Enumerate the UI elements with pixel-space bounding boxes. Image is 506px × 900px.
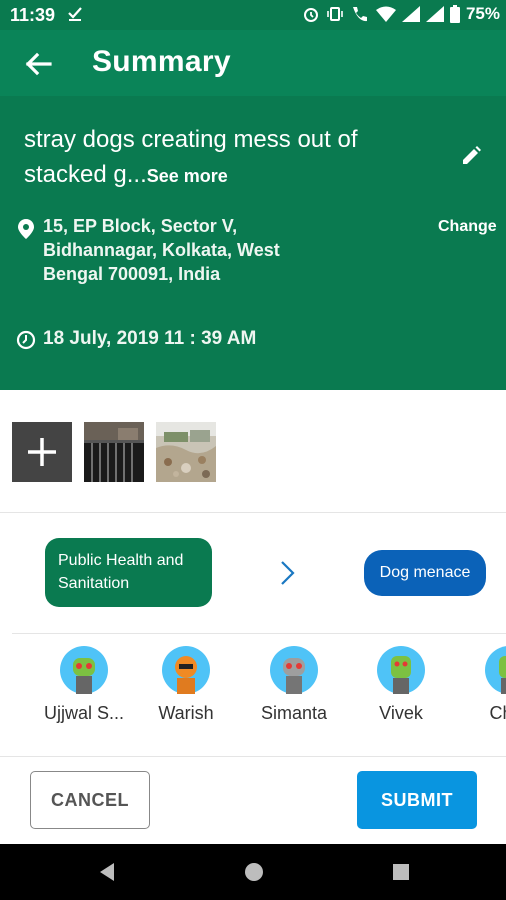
assignee-name: Char (489, 703, 506, 723)
download-icon (68, 7, 82, 21)
section-divider (12, 633, 506, 634)
assignee-item[interactable]: Ujjwal S... (29, 646, 139, 724)
photo-thumbnail[interactable] (84, 422, 144, 482)
battery-percent: 75% (465, 4, 500, 23)
back-arrow-icon[interactable] (22, 48, 54, 80)
assignee-name: Simanta (260, 703, 328, 723)
alarm-icon (303, 8, 318, 22)
issue-description: stray dogs creating mess out of stacked … (24, 122, 424, 194)
assignee-item[interactable]: Simanta (239, 646, 349, 724)
clock-icon (16, 330, 36, 350)
assignee-item[interactable]: Vivek (346, 646, 456, 724)
photo-strip (12, 422, 216, 482)
add-photo-button[interactable] (12, 422, 72, 482)
section-divider (0, 512, 506, 513)
see-more-link[interactable]: See more (147, 166, 228, 186)
edit-icon[interactable] (459, 144, 483, 168)
section-divider (0, 756, 506, 757)
robot-avatar-icon (270, 646, 318, 694)
assignee-item[interactable]: Char (454, 646, 506, 724)
chevron-right-icon (281, 561, 295, 585)
assignee-list: Ujjwal S... Warish Simanta Vivek C (0, 646, 506, 726)
app-bar: Summary (0, 30, 506, 96)
status-bar: 11:39 75% (0, 0, 506, 30)
assignee-name: Vivek (379, 703, 423, 723)
address-text: 15, EP Block, Sector V, Bidhannagar, Kol… (43, 216, 280, 284)
robot-avatar-icon (485, 646, 506, 694)
plus-icon (28, 438, 56, 466)
signal-icon-2 (425, 6, 444, 22)
robot-avatar-icon (162, 646, 210, 694)
battery-icon (449, 5, 460, 23)
photo-thumbnail[interactable] (156, 422, 216, 482)
status-time: 11:39 (10, 5, 56, 25)
summary-card: stray dogs creating mess out of stacked … (0, 96, 506, 390)
subcategory-chip-dog-menace[interactable]: Dog menace (364, 550, 486, 596)
location-pin-icon (18, 219, 34, 239)
submit-button[interactable]: SUBMIT (357, 771, 477, 829)
signal-icon (401, 6, 420, 22)
wifi-icon (375, 6, 396, 22)
cancel-button[interactable]: CANCEL (30, 771, 150, 829)
nav-home-icon[interactable] (243, 861, 265, 883)
datetime-text: 18 July, 2019 11 : 39 AM (43, 328, 257, 349)
change-location-button[interactable]: Change (438, 218, 497, 236)
vibrate-icon (327, 7, 343, 21)
call-lte-icon (352, 7, 367, 22)
status-icons: 75% (302, 4, 500, 24)
robot-avatar-icon (60, 646, 108, 694)
assignee-item[interactable]: Warish (131, 646, 241, 724)
assignee-name: Ujjwal S... (43, 703, 124, 723)
page-title: Summary (92, 45, 231, 78)
robot-avatar-icon (377, 646, 425, 694)
nav-recents-icon[interactable] (390, 861, 412, 883)
system-nav-bar (0, 844, 506, 900)
category-chip-public-health[interactable]: Public Health and Sanitation (45, 538, 212, 607)
assignee-name: Warish (158, 703, 214, 723)
nav-back-icon[interactable] (96, 861, 118, 883)
